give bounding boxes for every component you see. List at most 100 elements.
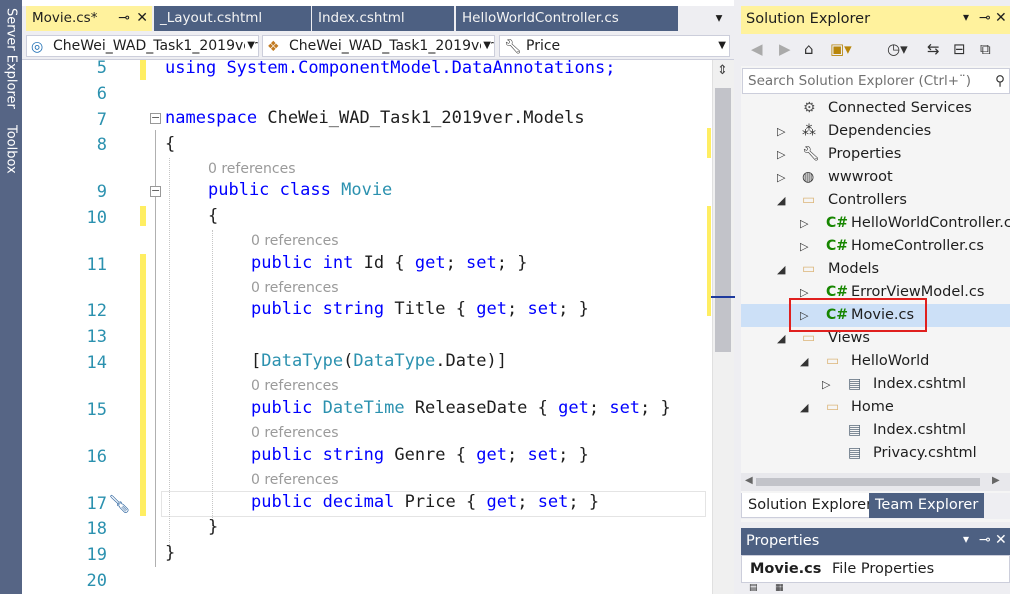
- code-line-class: public class Movie: [208, 180, 393, 200]
- collapse-arrow-icon[interactable]: ◢: [777, 327, 785, 350]
- member-dropdown-label: Price: [526, 38, 561, 54]
- tab-helloworldcontroller-cs[interactable]: HelloWorldController.cs: [456, 6, 678, 31]
- tree-item-home-index[interactable]: ▤ Index.cshtml: [741, 419, 1010, 442]
- tree-item-helloworldcontroller[interactable]: ▷ C# HelloWorldController.cs: [741, 212, 1010, 235]
- categorized-icon[interactable]: ▤: [749, 583, 758, 593]
- toolbox-tab[interactable]: Toolbox: [0, 116, 22, 182]
- collapse-class-button[interactable]: −: [150, 185, 161, 197]
- tab-movie-cs[interactable]: Movie.cs* ⊸ ✕: [26, 6, 152, 31]
- code-line-datatype-attribute: [DataType(DataType.Date)]: [251, 351, 507, 371]
- solution-search-input[interactable]: Search Solution Explorer (Ctrl+¨) ⚲: [742, 68, 1010, 94]
- forward-icon[interactable]: ▶: [779, 40, 791, 58]
- tree-item-label: Dependencies: [828, 123, 932, 139]
- sync-icon[interactable]: ⇆: [927, 40, 940, 58]
- tree-item-home-folder[interactable]: ◢ ▭ Home: [741, 396, 1010, 419]
- expand-arrow-icon[interactable]: ▷: [800, 235, 808, 258]
- tool-window-strip: Server Explorer Toolbox: [0, 0, 22, 594]
- collapse-arrow-icon[interactable]: ◢: [777, 189, 785, 212]
- tree-item-wwwroot[interactable]: ▷ ◍ wwwroot: [741, 166, 1010, 189]
- editor-vertical-scrollbar[interactable]: ⇕: [707, 60, 735, 594]
- codelens-references[interactable]: 0 references: [251, 280, 339, 296]
- line-number: 20: [86, 571, 107, 591]
- properties-object-selector[interactable]: Movie.cs File Properties: [741, 555, 1010, 583]
- pending-changes-filter-icon[interactable]: ◷▾: [887, 40, 908, 58]
- tree-item-helloworld-folder[interactable]: ◢ ▭ HelloWorld: [741, 350, 1010, 373]
- tab-solution-explorer[interactable]: Solution Explorer: [741, 493, 880, 518]
- split-window-icon[interactable]: ⇕: [717, 63, 728, 78]
- member-dropdown[interactable]: 🔧︎ Price ▼: [499, 35, 730, 57]
- line-number: 8: [96, 135, 107, 155]
- window-position-dropdown-icon[interactable]: ▾: [963, 532, 969, 546]
- codelens-references[interactable]: 0 references: [251, 378, 339, 394]
- code-line-title-property: public string Title { get; set; }: [251, 299, 589, 319]
- tree-item-connected-services[interactable]: ⚙ Connected Services: [741, 97, 1010, 120]
- collapse-all-icon[interactable]: ⊟: [953, 40, 966, 58]
- expand-arrow-icon[interactable]: ▷: [777, 120, 785, 143]
- expand-arrow-icon[interactable]: ▷: [822, 373, 830, 396]
- window-position-dropdown-icon[interactable]: ▾: [963, 10, 969, 24]
- codelens-references[interactable]: 0 references: [208, 161, 296, 177]
- fold-line: [155, 202, 156, 550]
- code-line-brace: {: [165, 134, 176, 154]
- class-dropdown[interactable]: ❖ CheWei_WAD_Task1_2019ver ▼: [262, 35, 495, 57]
- tree-item-label: Privacy.cshtml: [873, 445, 977, 461]
- scroll-right-icon[interactable]: ▶: [992, 475, 1000, 486]
- tab-list-dropdown-icon[interactable]: ▾: [707, 6, 731, 31]
- home-icon[interactable]: ⌂: [804, 40, 814, 58]
- globe-icon: ◍: [802, 169, 815, 185]
- change-marker: [140, 206, 146, 226]
- search-placeholder: Search Solution Explorer (Ctrl+¨): [748, 73, 972, 89]
- close-icon[interactable]: ✕: [995, 532, 1007, 548]
- expand-arrow-icon[interactable]: ▷: [800, 212, 808, 235]
- codelens-references[interactable]: 0 references: [251, 472, 339, 488]
- tree-item-helloworld-index[interactable]: ▷ ▤ Index.cshtml: [741, 373, 1010, 396]
- chevron-down-icon: ▼: [245, 36, 255, 56]
- tree-item-dependencies[interactable]: ▷ ⁂ Dependencies: [741, 120, 1010, 143]
- scroll-left-icon[interactable]: ◀: [745, 475, 753, 486]
- codelens-references[interactable]: 0 references: [251, 425, 339, 441]
- pin-icon[interactable]: ⊸: [118, 6, 130, 31]
- line-number: 10: [86, 208, 107, 228]
- alphabetical-icon[interactable]: ▦: [775, 583, 784, 593]
- tree-item-label: Index.cshtml: [873, 376, 967, 392]
- collapse-arrow-icon[interactable]: ◢: [777, 258, 785, 281]
- tree-item-controllers[interactable]: ◢ ▭ Controllers: [741, 189, 1010, 212]
- auto-hide-pin-icon[interactable]: ⊸: [979, 10, 991, 26]
- tab-index-cshtml[interactable]: Index.cshtml: [312, 6, 454, 31]
- change-marker: [140, 254, 146, 516]
- tree-item-properties[interactable]: ▷ 🔧︎ Properties: [741, 143, 1010, 166]
- line-number: 6: [96, 84, 107, 104]
- back-icon[interactable]: ◀: [751, 40, 763, 58]
- expand-arrow-icon[interactable]: ▷: [777, 166, 785, 189]
- tab-layout-cshtml[interactable]: _Layout.cshtml: [154, 6, 311, 31]
- tree-item-privacy[interactable]: ▤ Privacy.cshtml: [741, 442, 1010, 465]
- razor-file-icon: ▤: [848, 422, 862, 438]
- project-dropdown-label: CheWei_WAD_Task1_2019ver: [53, 38, 258, 54]
- codelens-references[interactable]: 0 references: [251, 233, 339, 249]
- collapse-arrow-icon[interactable]: ◢: [800, 396, 808, 419]
- tree-item-models[interactable]: ◢ ▭ Models: [741, 258, 1010, 281]
- project-dropdown[interactable]: ◎ CheWei_WAD_Task1_2019ver ▼: [26, 35, 259, 57]
- tree-item-homecontroller[interactable]: ▷ C# HomeController.cs: [741, 235, 1010, 258]
- collapse-namespace-button[interactable]: −: [150, 112, 161, 124]
- line-number: 12: [86, 301, 107, 321]
- collapse-arrow-icon[interactable]: ◢: [800, 350, 808, 373]
- code-area[interactable]: − − 5 6 7 8 9 10 11 12 13 14 15 16 17 18…: [22, 60, 712, 594]
- close-icon[interactable]: ✕: [136, 6, 148, 31]
- switch-views-icon[interactable]: ▣▾: [830, 40, 852, 58]
- expand-arrow-icon[interactable]: ▷: [777, 143, 785, 166]
- server-explorer-tab[interactable]: Server Explorer: [0, 2, 22, 114]
- horizontal-scrollbar-thumb[interactable]: [756, 478, 980, 486]
- navigation-bar: ◎ CheWei_WAD_Task1_2019ver ▼ ❖ CheWei_WA…: [22, 31, 734, 60]
- line-number: 14: [86, 353, 107, 373]
- tab-team-explorer[interactable]: Team Explorer: [869, 493, 985, 518]
- show-all-files-icon[interactable]: ⧉: [980, 40, 991, 58]
- scrollbar-thumb[interactable]: [715, 88, 731, 352]
- indent-guide: [212, 230, 213, 528]
- quick-actions-screwdriver-icon[interactable]: 🪛︎: [108, 494, 131, 515]
- tree-item-label: Connected Services: [828, 100, 972, 116]
- solution-tree[interactable]: ⚙ Connected Services ▷ ⁂ Dependencies ▷ …: [741, 96, 1010, 472]
- close-icon[interactable]: ✕: [995, 10, 1007, 26]
- dependencies-icon: ⁂: [802, 123, 816, 139]
- auto-hide-pin-icon[interactable]: ⊸: [979, 532, 991, 548]
